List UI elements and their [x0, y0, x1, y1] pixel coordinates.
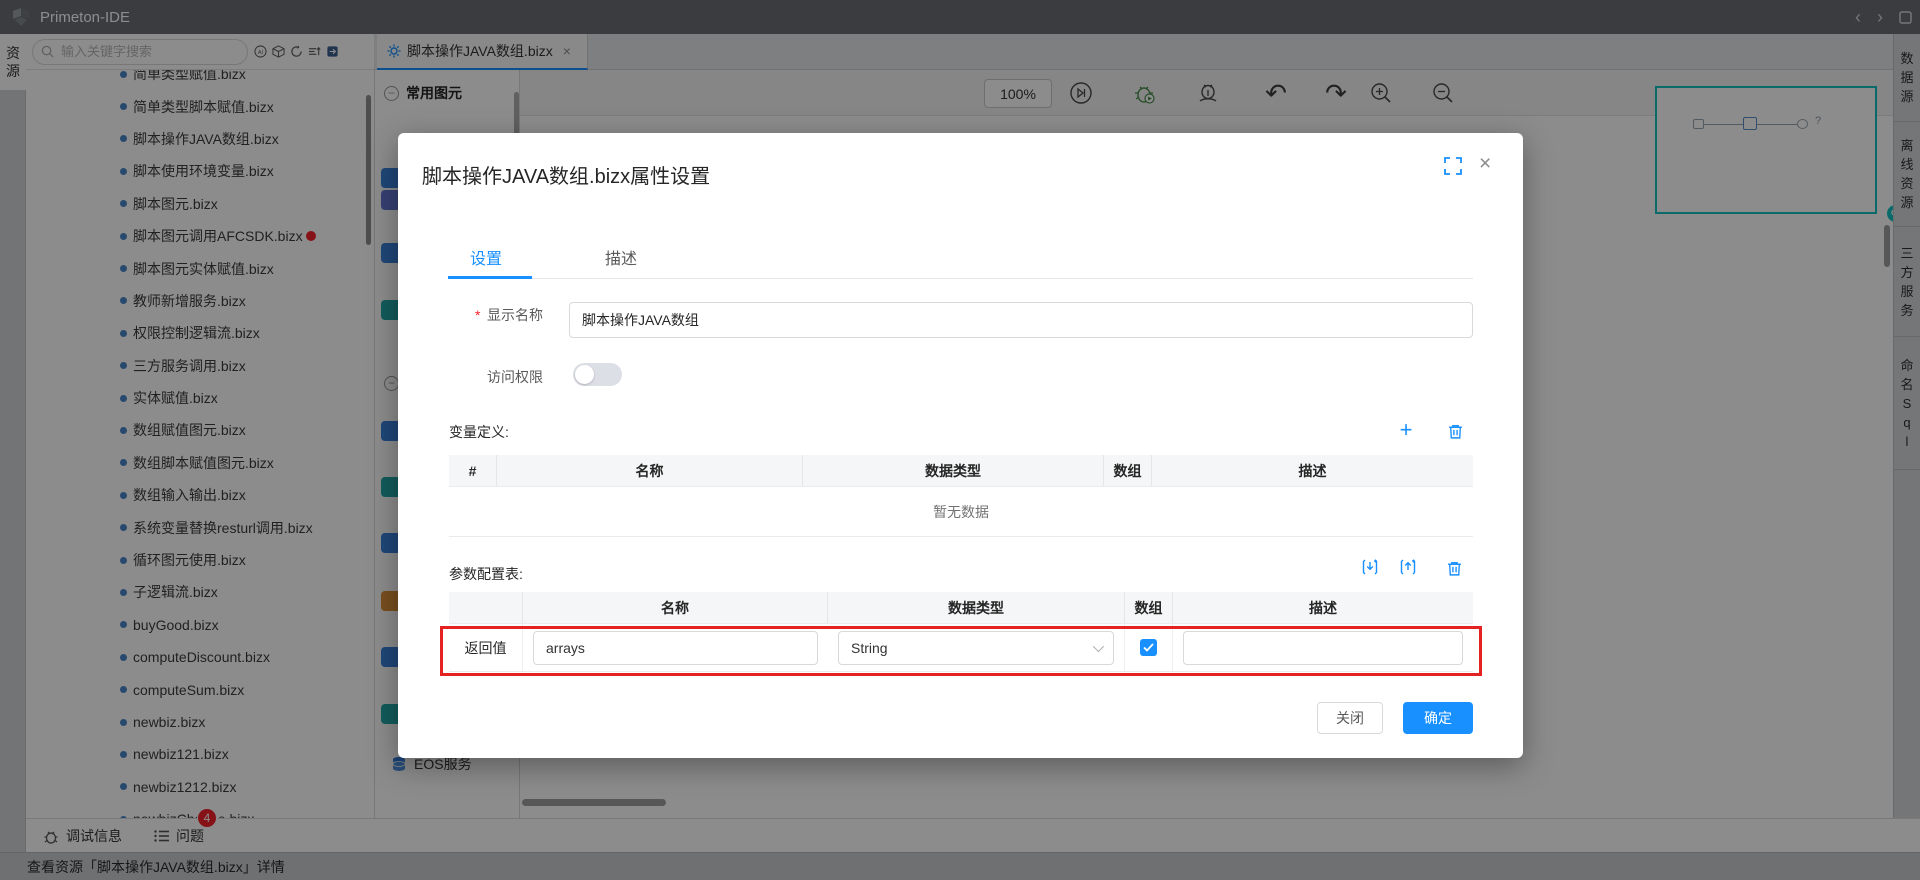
column-header: 名称 — [523, 592, 828, 623]
chevron-down-icon — [1093, 640, 1104, 651]
param-type-select[interactable]: String — [838, 631, 1114, 665]
dialog-title: 脚本操作JAVA数组.bizx属性设置 — [422, 160, 710, 189]
delete-variable-icon[interactable] — [1445, 421, 1465, 441]
column-header: 数据类型 — [828, 592, 1125, 623]
column-header: 描述 — [1152, 455, 1473, 486]
display-name-input[interactable] — [569, 302, 1473, 338]
properties-dialog: 脚本操作JAVA数组.bizx属性设置 × 设置 描述 * 显示名称 访问权限 … — [398, 133, 1523, 758]
column-header: 数组 — [1104, 455, 1152, 486]
tab-description[interactable]: 描述 — [605, 245, 637, 269]
fullscreen-icon[interactable] — [1444, 157, 1462, 175]
access-permission-label: 访问权限 — [487, 367, 543, 387]
param-row: 返回值 String — [449, 624, 1473, 672]
close-button[interactable]: 关闭 — [1317, 702, 1383, 734]
close-icon[interactable]: × — [1479, 153, 1491, 174]
variables-empty-text: 暂无数据 — [449, 487, 1473, 537]
tab-settings[interactable]: 设置 — [470, 245, 502, 269]
toggle-knob — [575, 365, 594, 384]
tab-divider — [448, 278, 1473, 279]
column-header: 描述 — [1173, 592, 1473, 623]
export-params-icon[interactable] — [1398, 557, 1418, 577]
import-params-icon[interactable] — [1360, 557, 1380, 577]
params-table-header: 名称数据类型数组描述 — [449, 592, 1473, 624]
variables-table-header: #名称数据类型数组描述 — [449, 455, 1473, 487]
variables-section-label: 变量定义: — [449, 422, 509, 442]
column-header — [449, 592, 523, 623]
params-section-label: 参数配置表: — [449, 564, 523, 584]
add-variable-icon[interactable]: + — [1396, 420, 1416, 440]
param-description-input[interactable] — [1183, 631, 1463, 665]
display-name-label: 显示名称 — [487, 305, 543, 325]
active-tab-indicator — [448, 276, 532, 279]
param-type-value: String — [851, 640, 888, 656]
confirm-button[interactable]: 确定 — [1403, 702, 1473, 734]
required-mark: * — [475, 307, 480, 323]
param-array-checkbox[interactable] — [1140, 639, 1157, 656]
column-header: 数据类型 — [803, 455, 1104, 486]
access-permission-toggle[interactable] — [573, 363, 622, 386]
column-header: # — [449, 455, 497, 486]
column-header: 数组 — [1125, 592, 1173, 623]
param-name-input[interactable] — [533, 631, 818, 665]
delete-param-icon[interactable] — [1444, 558, 1464, 578]
column-header: 名称 — [497, 455, 803, 486]
param-row-label: 返回值 — [465, 638, 507, 658]
app-window: Primeton-IDE ‹ › 资源 AI 简单类型赋值.bizx简单类型脚本… — [0, 0, 1920, 880]
